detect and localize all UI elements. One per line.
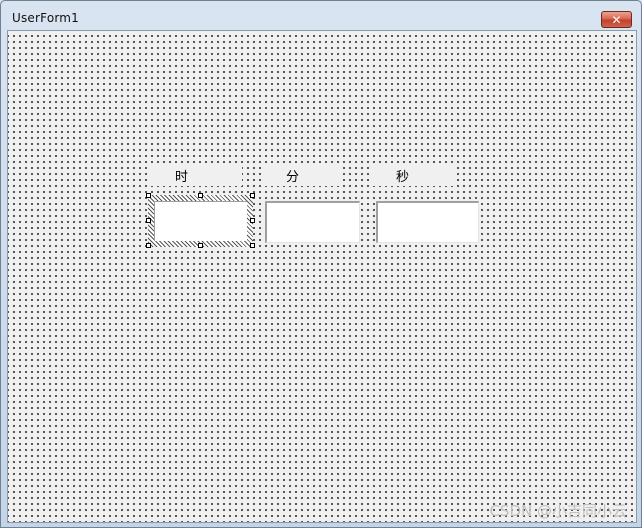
textbox-hour[interactable] [154,201,247,241]
resize-handle-top-right[interactable] [250,193,255,198]
label-second[interactable]: 秒 [371,164,455,186]
resize-handle-right[interactable] [250,218,255,223]
close-icon: ✕ [611,12,622,27]
textbox-minute[interactable] [265,201,360,243]
title-bar[interactable]: UserForm1 ✕ [1,1,641,31]
label-second-text: 秒 [396,169,410,185]
resize-handle-bottom-right[interactable] [250,243,255,248]
resize-handle-left[interactable] [146,218,151,223]
resize-handle-bottom[interactable] [198,243,203,248]
window-title: UserForm1 [12,11,80,25]
resize-handle-bottom-left[interactable] [146,243,151,248]
userform-window: UserForm1 ✕ 时 分 秒 CSDN @小吉同小云 [0,0,642,528]
label-hour-text: 时 [175,169,189,185]
close-button[interactable]: ✕ [601,11,632,28]
label-minute[interactable]: 分 [261,164,343,186]
resize-handle-top-left[interactable] [146,193,151,198]
textbox-second[interactable] [376,201,479,243]
label-minute-text: 分 [286,169,300,185]
form-design-grid[interactable]: 时 分 秒 [7,30,637,523]
label-hour[interactable]: 时 [150,164,242,186]
resize-handle-top[interactable] [198,193,203,198]
watermark: CSDN @小吉同小云 [489,502,627,520]
selection-frame[interactable] [148,195,253,247]
